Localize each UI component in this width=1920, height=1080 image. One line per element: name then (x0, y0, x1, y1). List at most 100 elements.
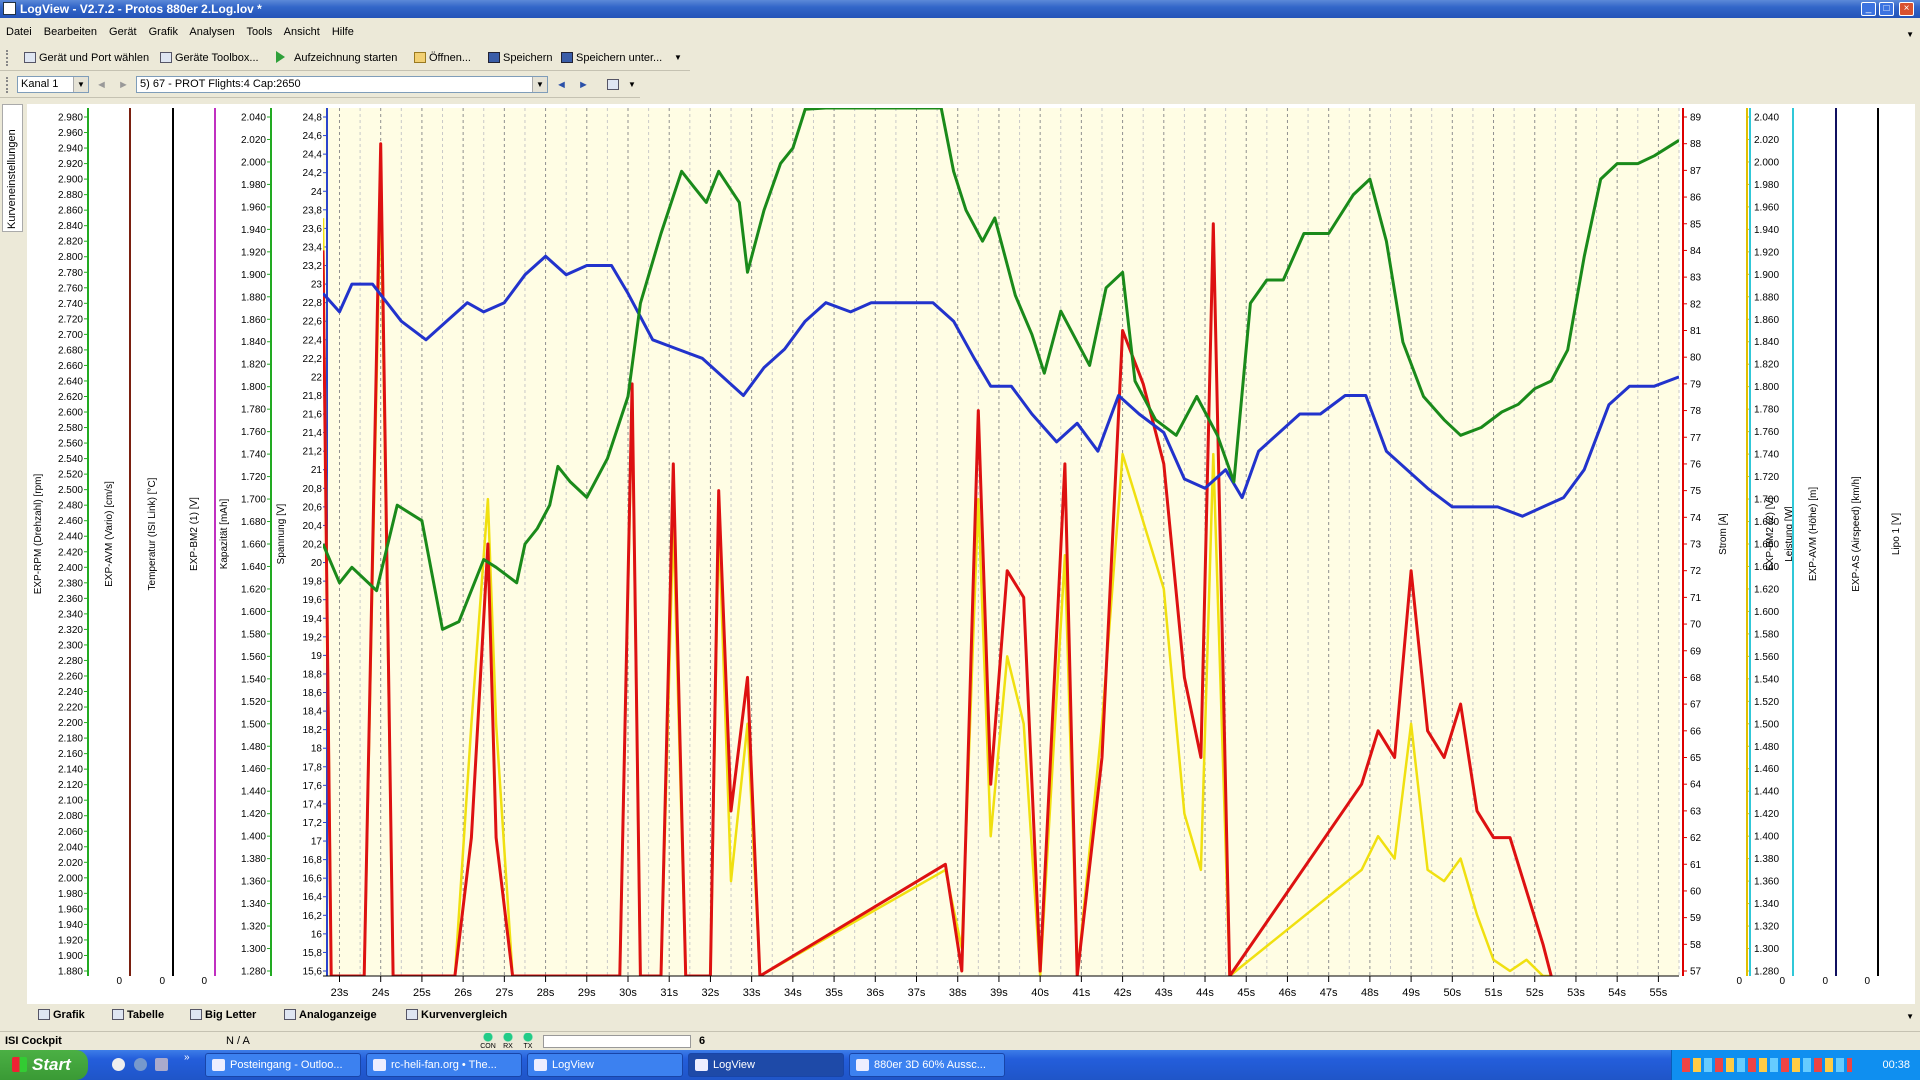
chevron-down-icon: ▼ (73, 77, 88, 92)
taskbar-item-outlook[interactable]: Posteingang - Outloo... (205, 1053, 361, 1077)
toolbox-button[interactable]: Geräte Toolbox... (160, 51, 259, 65)
open-button[interactable]: Öffnen... (414, 51, 471, 65)
next-flight-icon[interactable]: ► (578, 78, 589, 92)
tab-kurvenvergleich[interactable]: Kurvenvergleich (406, 1006, 507, 1024)
right-axis-1-tick-label: 1.360 (1754, 877, 1779, 888)
menu-geraet[interactable]: Gerät (109, 26, 137, 38)
delete-icon[interactable] (607, 78, 622, 92)
left-axis-5-tick-label: 16,4 (303, 892, 323, 903)
tab-tabelle[interactable]: Tabelle (112, 1006, 164, 1024)
left-axis-0-tick-label: 2.920 (58, 159, 83, 170)
menu-bearbeiten[interactable]: Bearbeiten (44, 26, 97, 38)
flight-select[interactable]: 5) 67 - PROT Flights:4 Cap:2650 ▼ (136, 76, 548, 93)
x-tick-label: 51s (1485, 987, 1503, 999)
x-tick-label: 38s (949, 987, 967, 999)
left-axis-5-tick-label: 20,6 (303, 502, 323, 513)
next-channel-icon[interactable]: ► (118, 78, 129, 92)
menu-bar: Datei Bearbeiten Gerät Grafik Analysen T… (0, 22, 1920, 42)
right-axis-1-tick-label: 1.800 (1754, 382, 1779, 393)
x-tick-label: 36s (866, 987, 884, 999)
desktop-icon[interactable] (112, 1058, 125, 1071)
ie-icon[interactable] (134, 1058, 147, 1071)
left-axis-0-tick-label: 1.880 (58, 967, 83, 978)
left-axis-5-tick-label: 16 (311, 929, 323, 940)
right-axis-1-tick-label: 1.580 (1754, 629, 1779, 640)
tab-grafik[interactable]: Grafik (38, 1006, 85, 1024)
left-axis-0-tick-label: 1.960 (58, 904, 83, 915)
menu-tools[interactable]: Tools (247, 26, 273, 38)
tray-icons[interactable] (1682, 1058, 1852, 1072)
taskbar-item-logview-1[interactable]: LogView (527, 1053, 683, 1077)
quicklaunch-icon[interactable] (155, 1058, 168, 1071)
right-axis-1-tick-label: 1.980 (1754, 180, 1779, 191)
left-axis-4-tick-label: 1.760 (241, 427, 266, 438)
menu-grafik[interactable]: Grafik (149, 26, 178, 38)
right-axis-1-tick-label: 1.420 (1754, 809, 1779, 820)
left-axis-4-tick-label: 1.460 (241, 764, 266, 775)
left-axis-4-tick-label: 1.800 (241, 382, 266, 393)
status-count: 6 (699, 1035, 706, 1047)
left-axis-0-tick-label: 2.420 (58, 547, 83, 558)
left-axis-0-tick-label: 2.280 (58, 656, 83, 667)
left-axis-0-tick-label: 2.140 (58, 765, 83, 776)
curve-settings-tab[interactable]: Kurveneinstellungen (2, 104, 23, 232)
toolbar2-overflow-icon[interactable]: ▼ (628, 78, 636, 92)
tabs-overflow-icon[interactable]: ▼ (1906, 1012, 1914, 1021)
left-axis-0-tick-label: 2.820 (58, 237, 83, 248)
right-axis-0-tick-label: 80 (1690, 353, 1702, 364)
chart[interactable]: 1.880 1.900 1.920 1.940 1.960 1.980 2.000 2.020… (27, 104, 1915, 1004)
device-port-button[interactable]: Gerät und Port wählen (24, 51, 149, 65)
video-icon (856, 1059, 869, 1071)
left-axis-0-tick-label: 2.660 (58, 361, 83, 372)
left-axis-2-title: Temperatur (ISI Link) [°C] (147, 477, 158, 590)
tab-big-letter[interactable]: Big Letter (190, 1006, 256, 1024)
right-axis-0-tick-label: 86 (1690, 193, 1702, 204)
right-axis-0-tick-label: 70 (1690, 620, 1702, 631)
left-axis-4-tick-label: 1.380 (241, 854, 266, 865)
x-tick-label: 33s (743, 987, 761, 999)
save-as-button[interactable]: Speichern unter... (561, 51, 662, 65)
menu-analysen[interactable]: Analysen (189, 26, 234, 38)
taskbar-item-video[interactable]: 880er 3D 60% Aussc... (849, 1053, 1005, 1077)
graph-icon (38, 1009, 50, 1020)
toolbar-overflow-icon[interactable]: ▼ (674, 51, 682, 65)
taskbar-item-logview-2[interactable]: LogView (688, 1053, 844, 1077)
left-axis-4-tick-label: 1.360 (241, 877, 266, 888)
x-tick-label: 34s (784, 987, 802, 999)
left-axis-4-tick-label: 1.680 (241, 517, 266, 528)
channel-select[interactable]: Kanal 1 ▼ (17, 76, 89, 93)
channel-toolbar-grip[interactable] (6, 77, 11, 93)
x-tick-label: 27s (495, 987, 513, 999)
left-axis-0-tick-label: 2.460 (58, 516, 83, 527)
compare-icon (406, 1009, 418, 1020)
menu-hilfe[interactable]: Hilfe (332, 26, 354, 38)
right-axis-0-tick-label: 66 (1690, 726, 1702, 737)
start-button[interactable]: Start (0, 1050, 88, 1080)
menu-ansicht[interactable]: Ansicht (284, 26, 320, 38)
status-device: ISI Cockpit (5, 1035, 62, 1047)
prev-flight-icon[interactable]: ◄ (556, 78, 567, 92)
prev-channel-icon[interactable]: ◄ (96, 78, 107, 92)
maximize-button[interactable]: □ (1879, 2, 1894, 16)
right-axis-1-tick-label: 1.460 (1754, 764, 1779, 775)
table-icon (112, 1009, 124, 1020)
tab-analoganzeige[interactable]: Analoganzeige (284, 1006, 377, 1024)
minimize-button[interactable]: _ (1861, 2, 1876, 16)
close-button[interactable]: × (1899, 2, 1914, 16)
left-axis-4-tick-label: 1.920 (241, 247, 266, 258)
x-tick-label: 48s (1361, 987, 1379, 999)
record-start-button[interactable]: Aufzeichnung starten (276, 51, 397, 65)
x-tick-label: 35s (825, 987, 843, 999)
menu-datei[interactable]: Datei (6, 26, 32, 38)
toolbar-grip[interactable] (6, 50, 11, 66)
left-axis-0-tick-label: 2.180 (58, 734, 83, 745)
left-axis-0-tick-label: 2.520 (58, 470, 83, 481)
left-axis-0-tick-label: 2.380 (58, 578, 83, 589)
left-axis-4-tick-label: 1.320 (241, 922, 266, 933)
quicklaunch-overflow-icon[interactable]: » (184, 1052, 190, 1063)
right-axis-2-title: EXP-BM2 (2) [V] (1765, 497, 1776, 571)
left-axis-4-tick-label: 1.620 (241, 584, 266, 595)
taskbar-item-browser[interactable]: rc-heli-fan.org • The... (366, 1053, 522, 1077)
save-button[interactable]: Speichern (488, 51, 553, 65)
menu-overflow-icon[interactable]: ▼ (1906, 30, 1914, 39)
